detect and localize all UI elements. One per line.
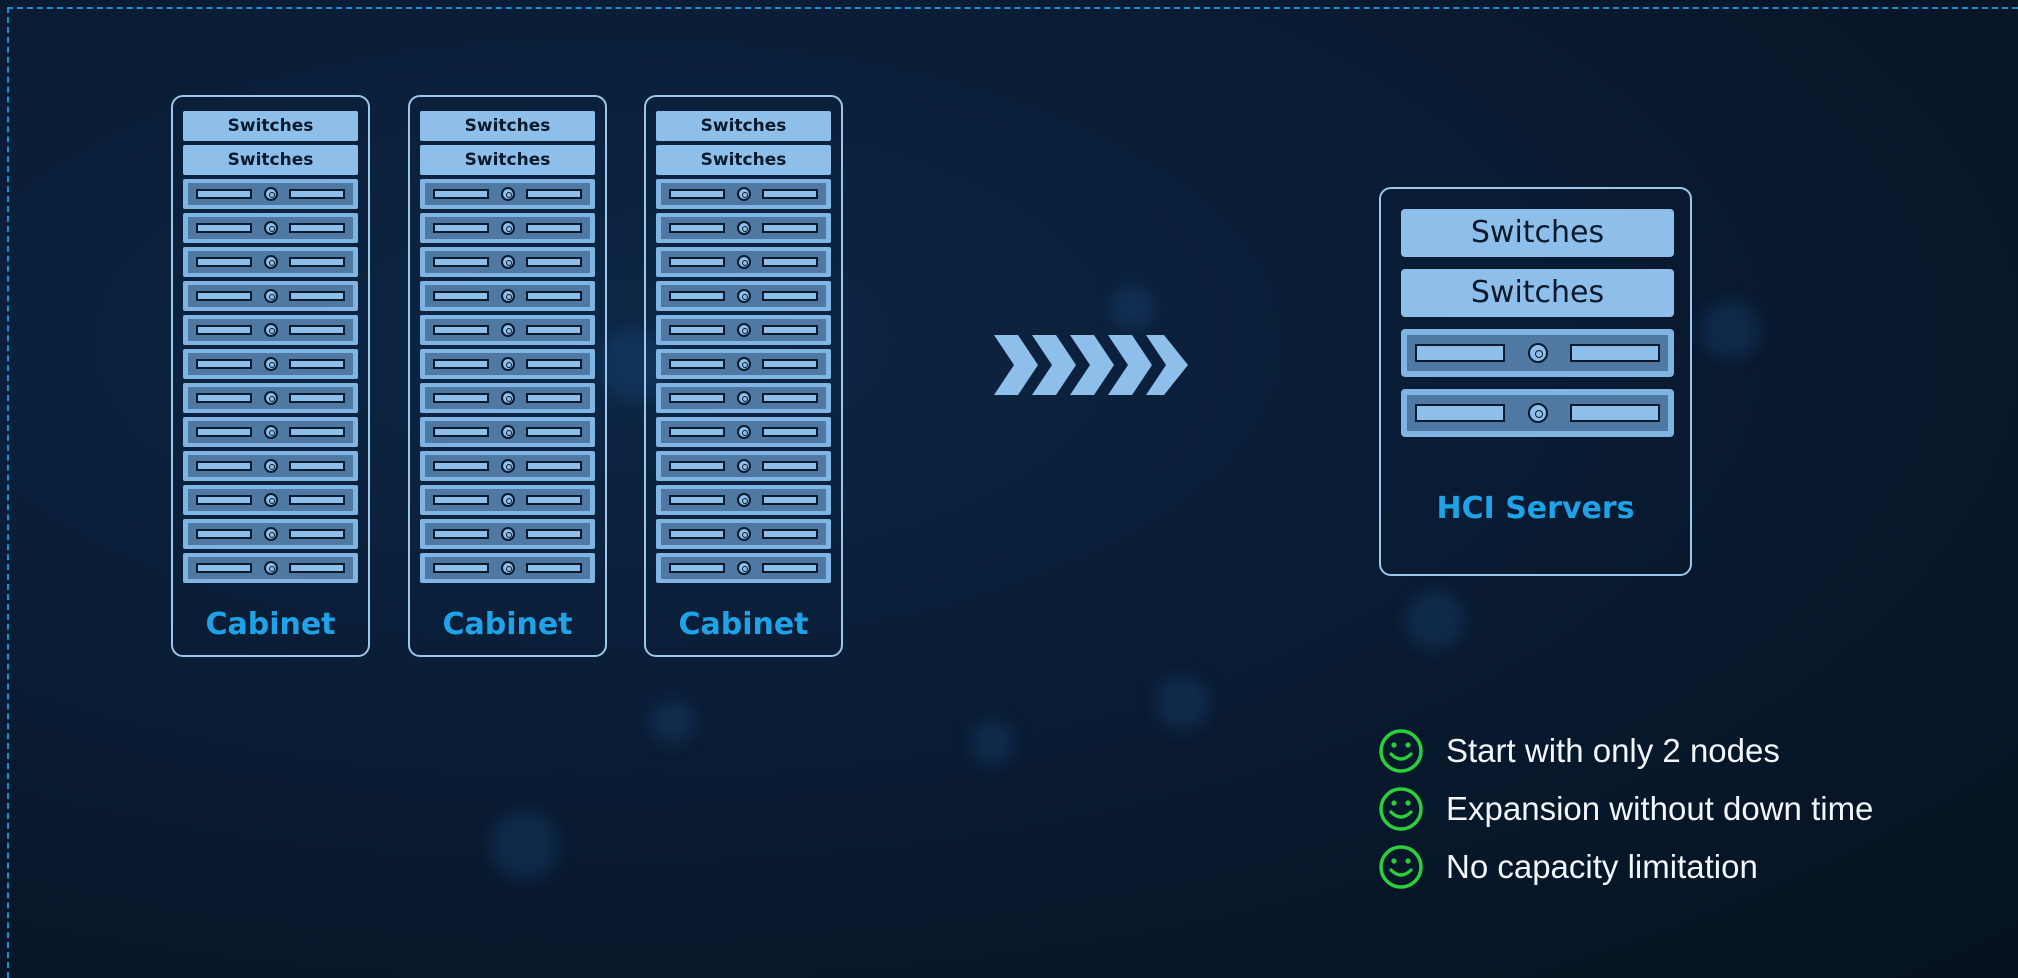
cabinet-label: Cabinet	[678, 607, 809, 642]
server-stack	[1401, 329, 1674, 437]
hci-label: HCI Servers	[1436, 491, 1635, 526]
switch-unit: Switches	[656, 145, 831, 175]
cabinet: Switches Switches Cabinet	[644, 95, 843, 657]
server-unit	[656, 281, 831, 311]
switch-unit: Switches	[420, 145, 595, 175]
server-unit	[183, 553, 358, 583]
server-unit	[656, 485, 831, 515]
server-unit	[183, 315, 358, 345]
server-unit	[420, 247, 595, 277]
server-unit	[656, 315, 831, 345]
server-unit	[420, 349, 595, 379]
smiley-icon	[1379, 787, 1423, 831]
server-unit	[420, 315, 595, 345]
server-unit	[183, 213, 358, 243]
server-unit	[656, 383, 831, 413]
switch-unit: Switches	[1401, 209, 1674, 257]
server-unit	[420, 281, 595, 311]
server-unit	[656, 349, 831, 379]
server-unit	[656, 553, 831, 583]
smiley-icon	[1379, 845, 1423, 889]
benefit-item: Start with only 2 nodes	[1378, 722, 1873, 780]
server-unit	[656, 213, 831, 243]
server-stack	[656, 179, 831, 583]
server-unit	[656, 179, 831, 209]
switch-unit: Switches	[1401, 269, 1674, 317]
chevron-arrows-icon	[994, 335, 1189, 399]
server-unit	[183, 349, 358, 379]
server-unit	[183, 417, 358, 447]
benefit-text: No capacity limitation	[1446, 848, 1758, 885]
server-unit	[1401, 389, 1674, 437]
switch-unit: Switches	[656, 111, 831, 141]
benefit-text: Start with only 2 nodes	[1446, 732, 1780, 769]
switch-unit: Switches	[183, 145, 358, 175]
server-unit	[183, 281, 358, 311]
server-unit	[420, 179, 595, 209]
server-stack	[420, 179, 595, 583]
server-unit	[656, 247, 831, 277]
server-unit	[656, 417, 831, 447]
switch-unit: Switches	[183, 111, 358, 141]
server-unit	[183, 383, 358, 413]
server-unit	[183, 247, 358, 277]
cabinet-label: Cabinet	[205, 607, 336, 642]
server-unit	[420, 383, 595, 413]
server-unit	[656, 451, 831, 481]
server-unit	[420, 451, 595, 481]
server-unit	[420, 519, 595, 549]
benefit-item: Expansion without down time	[1378, 780, 1873, 838]
smiley-icon	[1379, 729, 1423, 773]
benefits-list: Start with only 2 nodes Expansion withou…	[1378, 722, 1873, 896]
server-stack	[183, 179, 358, 583]
switch-unit: Switches	[420, 111, 595, 141]
benefit-item: No capacity limitation	[1378, 838, 1873, 896]
cabinet-label: Cabinet	[442, 607, 573, 642]
server-unit	[420, 213, 595, 243]
server-unit	[656, 519, 831, 549]
server-unit	[183, 179, 358, 209]
server-unit	[420, 553, 595, 583]
server-unit	[1401, 329, 1674, 377]
server-unit	[420, 417, 595, 447]
server-unit	[183, 519, 358, 549]
hci-node-box: Switches Switches HCI Servers	[1379, 187, 1692, 576]
server-unit	[183, 451, 358, 481]
cabinet: Switches Switches Cabinet	[408, 95, 607, 657]
server-unit	[420, 485, 595, 515]
benefit-text: Expansion without down time	[1446, 790, 1874, 827]
cabinet: Switches Switches Cabinet	[171, 95, 370, 657]
server-unit	[183, 485, 358, 515]
